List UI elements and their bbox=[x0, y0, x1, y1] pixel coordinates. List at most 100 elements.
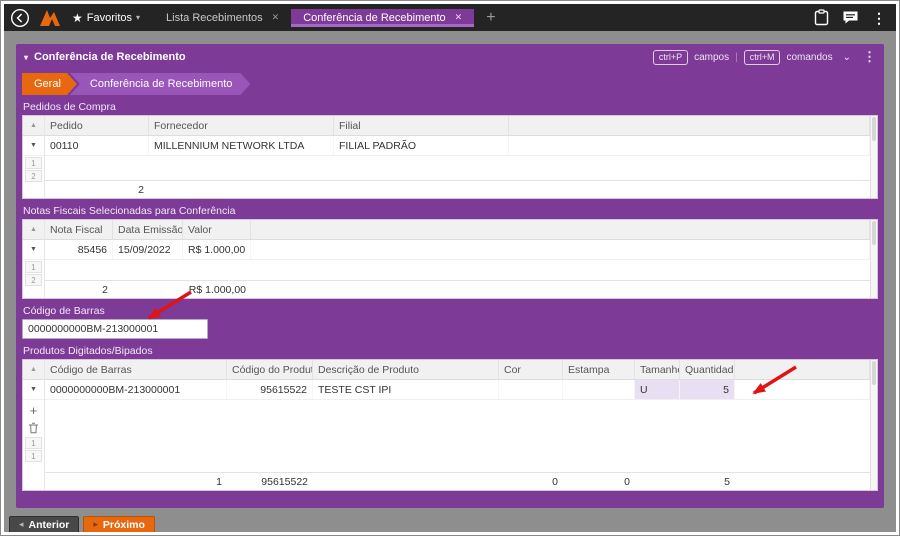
sort-asc-icon[interactable]: ▲ bbox=[23, 360, 44, 380]
tab-conferencia-de-recebimento[interactable]: Conferência de Recebimento bbox=[70, 73, 250, 95]
cell-codigo-produto[interactable]: 95615522 bbox=[227, 380, 313, 399]
pedidos-grid: ▲ ▼ 1 2 Pedido Fornecedor Filial 00110 M… bbox=[22, 115, 878, 199]
notas-header-row: Nota Fiscal Data Emissão Valor bbox=[45, 220, 870, 240]
barcode-label: Código de Barras bbox=[23, 305, 105, 317]
row-number[interactable]: 2 bbox=[25, 170, 42, 182]
column-header-descricao[interactable]: Descrição de Produto bbox=[313, 360, 499, 379]
tab-conferencia-recebimento[interactable]: Conferência de Recebimento ✕ bbox=[291, 8, 475, 27]
produtos-section-title: Produtos Digitados/Bipados bbox=[23, 345, 153, 357]
sort-asc-icon[interactable]: ▲ bbox=[23, 220, 44, 240]
footer-cor: 0 bbox=[552, 475, 558, 488]
main-area: ▾ Conferência de Recebimento ctrl+P camp… bbox=[4, 31, 896, 532]
column-header-cor[interactable]: Cor bbox=[499, 360, 563, 379]
topbar: ★ Favoritos ▾ Lista Recebimentos ✕ Confe… bbox=[4, 4, 896, 31]
chevron-down-icon[interactable]: ⌄ bbox=[843, 52, 851, 63]
clipboard-icon[interactable] bbox=[814, 9, 829, 26]
barcode-input[interactable] bbox=[22, 319, 208, 339]
column-header-filial[interactable]: Filial bbox=[334, 116, 509, 135]
app-window: ★ Favoritos ▾ Lista Recebimentos ✕ Confe… bbox=[0, 0, 900, 536]
row-marker-icon[interactable]: ▼ bbox=[23, 240, 44, 260]
cell-fornecedor[interactable]: MILLENNIUM NETWORK LTDA bbox=[149, 136, 334, 155]
produtos-row-gutter: ▲ ▼ + 1 1 bbox=[23, 360, 45, 490]
scrollbar[interactable] bbox=[870, 360, 877, 490]
pedidos-header-row: Pedido Fornecedor Filial bbox=[45, 116, 870, 136]
column-header-data-emissao[interactable]: Data Emissão bbox=[113, 220, 183, 239]
shortcut-hints: ctrl+P campos | ctrl+M comandos ⌄ ⋮ bbox=[652, 49, 876, 65]
divider: | bbox=[735, 51, 738, 63]
footer-estampa: 0 bbox=[624, 475, 630, 488]
column-header-nota-fiscal[interactable]: Nota Fiscal bbox=[45, 220, 113, 239]
kebab-menu-icon[interactable]: ⋮ bbox=[872, 11, 886, 25]
proximo-button[interactable]: ▸ Próximo bbox=[83, 516, 155, 532]
column-header-codigo-produto[interactable]: Código do Produto bbox=[227, 360, 313, 379]
cell-data-emissao[interactable]: 15/09/2022 bbox=[113, 240, 183, 259]
column-header-pedido[interactable]: Pedido bbox=[45, 116, 149, 135]
scrollbar[interactable] bbox=[870, 220, 877, 298]
footer-total: R$ 1.000,00 bbox=[188, 283, 246, 296]
footer-quantidade: 5 bbox=[724, 475, 730, 488]
row-number[interactable]: 1 bbox=[25, 450, 42, 462]
table-row[interactable]: 85456 15/09/2022 R$ 1.000,00 bbox=[45, 240, 870, 260]
cell-cor[interactable] bbox=[499, 380, 563, 399]
cell-codigo-barras[interactable]: 0000000000BM-213000001 bbox=[45, 380, 227, 399]
tab-geral[interactable]: Geral bbox=[22, 73, 77, 95]
delete-row-icon[interactable] bbox=[23, 420, 44, 436]
millennium-logo-icon[interactable] bbox=[38, 8, 62, 28]
produtos-footer-row: 1 95615522 0 0 5 bbox=[45, 472, 870, 490]
notas-footer-row: 2 R$ 1.000,00 bbox=[45, 280, 870, 298]
pedidos-footer-row: 2 bbox=[45, 180, 870, 198]
notas-row-gutter: ▲ ▼ 1 2 bbox=[23, 220, 45, 298]
column-header-fornecedor[interactable]: Fornecedor bbox=[149, 116, 334, 135]
kebab-menu-icon[interactable]: ⋮ bbox=[863, 49, 876, 65]
panel-header: ▾ Conferência de Recebimento ctrl+P camp… bbox=[22, 44, 878, 70]
cell-estampa[interactable] bbox=[563, 380, 635, 399]
column-header-estampa[interactable]: Estampa bbox=[563, 360, 635, 379]
produtos-header-row: Código de Barras Código do Produto Descr… bbox=[45, 360, 870, 380]
prev-triangle-icon: ◂ bbox=[19, 519, 24, 529]
tab-lista-recebimentos[interactable]: Lista Recebimentos ✕ bbox=[154, 12, 291, 24]
row-number[interactable]: 1 bbox=[25, 261, 42, 273]
table-row[interactable]: 0000000000BM-213000001 95615522 TESTE CS… bbox=[45, 380, 870, 400]
cell-quantidade[interactable]: 5 bbox=[680, 380, 735, 399]
anterior-button[interactable]: ◂ Anterior bbox=[9, 516, 80, 532]
favorites-label: Favoritos bbox=[86, 11, 133, 24]
tab-label: Conferência de Recebimento bbox=[303, 11, 446, 24]
add-row-icon[interactable]: + bbox=[23, 402, 44, 418]
breadcrumb: Geral Conferência de Recebimento bbox=[22, 73, 878, 95]
row-number[interactable]: 1 bbox=[25, 157, 42, 169]
fields-hint-label: campos bbox=[694, 51, 730, 63]
add-tab-icon[interactable]: + bbox=[486, 9, 495, 26]
footer-count: 2 bbox=[102, 283, 108, 296]
commands-hint-label: comandos bbox=[786, 51, 833, 63]
row-number[interactable]: 2 bbox=[25, 274, 42, 286]
cell-tamanho[interactable]: U bbox=[635, 380, 680, 399]
kbd-ctrl-m: ctrl+M bbox=[743, 49, 781, 65]
close-icon[interactable]: ✕ bbox=[272, 12, 280, 23]
footer-count: 2 bbox=[138, 183, 144, 196]
column-header-tamanho[interactable]: Tamanho bbox=[635, 360, 680, 379]
star-icon: ★ bbox=[72, 10, 83, 25]
collapse-caret-icon[interactable]: ▾ bbox=[24, 53, 28, 62]
page-title: ▾ Conferência de Recebimento bbox=[24, 51, 186, 63]
back-icon[interactable] bbox=[10, 8, 30, 28]
cell-nota-fiscal[interactable]: 85456 bbox=[45, 240, 113, 259]
chat-icon[interactable] bbox=[842, 10, 859, 25]
table-row[interactable]: 00110 MILLENNIUM NETWORK LTDA FILIAL PAD… bbox=[45, 136, 870, 156]
sort-asc-icon[interactable]: ▲ bbox=[23, 116, 44, 136]
row-number[interactable]: 1 bbox=[25, 437, 42, 449]
cell-filial[interactable]: FILIAL PADRÃO bbox=[334, 136, 509, 155]
conferencia-panel: ▾ Conferência de Recebimento ctrl+P camp… bbox=[16, 44, 884, 508]
column-header-valor[interactable]: Valor bbox=[183, 220, 251, 239]
row-marker-icon[interactable]: ▼ bbox=[23, 136, 44, 156]
cell-valor[interactable]: R$ 1.000,00 bbox=[183, 240, 251, 259]
close-icon[interactable]: ✕ bbox=[455, 12, 463, 23]
column-header-codigo-barras[interactable]: Código de Barras bbox=[45, 360, 227, 379]
footer-count: 1 bbox=[216, 475, 222, 488]
cell-descricao[interactable]: TESTE CST IPI bbox=[313, 380, 499, 399]
column-header-quantidade[interactable]: Quantidade bbox=[680, 360, 735, 379]
cell-pedido[interactable]: 00110 bbox=[45, 136, 149, 155]
favorites-menu[interactable]: ★ Favoritos ▾ bbox=[72, 12, 140, 24]
scrollbar[interactable] bbox=[870, 116, 877, 198]
row-marker-icon[interactable]: ▼ bbox=[23, 380, 44, 400]
chevron-down-icon: ▾ bbox=[136, 13, 141, 22]
